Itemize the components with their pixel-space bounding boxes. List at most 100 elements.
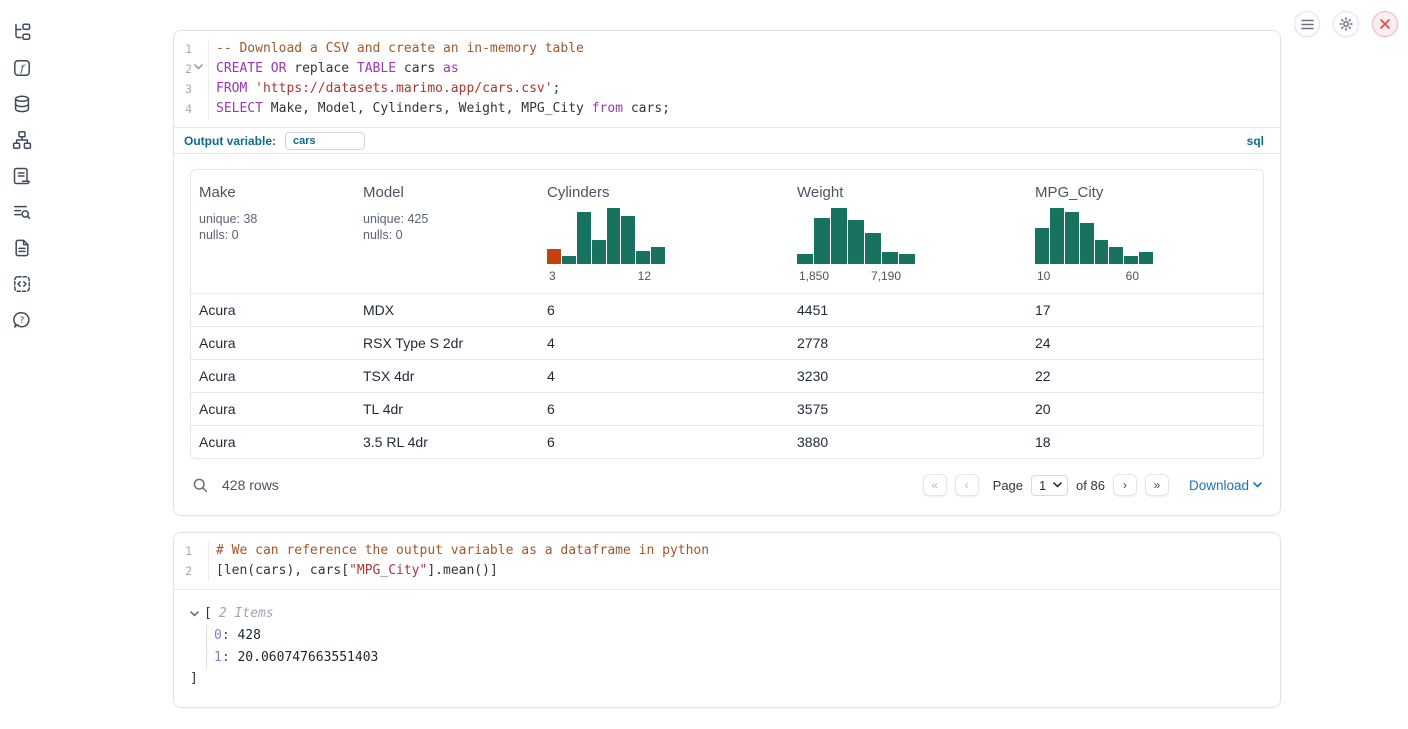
sidebar-item-file-explorer[interactable]	[11, 22, 33, 42]
download-button[interactable]: Download	[1189, 478, 1262, 493]
first-page-button[interactable]: «	[923, 474, 947, 496]
code-line[interactable]: 3FROM 'https://datasets.marimo.app/cars.…	[174, 79, 1280, 99]
sidebar-item-snippets[interactable]	[11, 274, 33, 294]
table-search-button[interactable]	[192, 477, 209, 494]
table-cell: 4	[539, 368, 789, 384]
python-output-tree: [ 2 Items 0: 4281: 20.060747663551403 ]	[174, 590, 1280, 707]
code-line[interactable]: 2[len(cars), cars["MPG_City"].mean()]	[174, 561, 1280, 581]
histogram-bars	[547, 208, 665, 264]
line-number: 4	[174, 99, 208, 119]
code-line[interactable]: 2CREATE OR replace TABLE cars as	[174, 59, 1280, 79]
table-cell: 24	[1027, 335, 1263, 351]
chevron-down-icon	[1053, 482, 1062, 488]
table-cell: RSX Type S 2dr	[355, 335, 539, 351]
sidebar-item-logs[interactable]	[11, 202, 33, 222]
code-token: SELECT	[216, 101, 263, 116]
histogram-bar	[1095, 240, 1109, 264]
histogram-axis-labels: 1060	[1035, 269, 1153, 283]
sidebar-item-documentation[interactable]	[11, 238, 33, 258]
table-cell: Acura	[191, 401, 355, 417]
code-line[interactable]: 4 SELECT Make, Model, Cylinders, Weight, …	[174, 99, 1280, 119]
histogram-bar	[848, 220, 864, 264]
histogram-bar	[1109, 247, 1123, 264]
histogram-bar	[1065, 212, 1079, 264]
menu-button[interactable]	[1294, 11, 1320, 37]
column-histogram: 1,8507,190	[797, 208, 915, 283]
histogram-bars	[1035, 208, 1153, 264]
settings-button[interactable]	[1333, 11, 1359, 37]
database-icon	[12, 94, 32, 114]
page-select[interactable]: 1	[1031, 475, 1068, 496]
code-token: Make, Model, Cylinders, Weight, MPG_City	[263, 101, 592, 116]
table-row[interactable]: Acura3.5 RL 4dr6388018	[191, 425, 1263, 458]
file-text-icon	[12, 238, 32, 258]
table-row[interactable]: AcuraRSX Type S 2dr4277824	[191, 326, 1263, 359]
histogram-bar	[651, 247, 665, 264]
code-token: FROM	[216, 81, 247, 96]
search-icon	[192, 477, 209, 494]
fold-chevron-icon[interactable]	[194, 64, 205, 75]
column-stats: unique: 38nulls: 0	[199, 211, 355, 243]
column-name-button[interactable]: Weight	[797, 184, 843, 201]
histogram-bar	[814, 218, 830, 264]
sidebar-item-datasources[interactable]	[11, 94, 33, 114]
page-select-value: 1	[1039, 478, 1046, 493]
output-variable-input[interactable]	[285, 132, 365, 150]
table-row[interactable]: AcuraTL 4dr6357520	[191, 392, 1263, 425]
sidebar-item-help[interactable]: ?	[11, 310, 33, 330]
histogram-bar	[1035, 228, 1049, 264]
sidebar-item-dependency-graph[interactable]	[11, 130, 33, 150]
table-row[interactable]: AcuraMDX6445117	[191, 293, 1263, 326]
code-token: cars	[396, 61, 443, 76]
code-token: # We can reference the output variable a…	[216, 543, 709, 558]
table-cell: 6	[539, 434, 789, 450]
histogram-bar	[592, 240, 606, 264]
code-token: as	[443, 61, 459, 76]
tree-entry-colon: :	[222, 650, 238, 665]
sidebar-item-scratchpad[interactable]	[11, 166, 33, 186]
prev-page-button[interactable]: ‹	[955, 474, 979, 496]
column-name-button[interactable]: MPG_City	[1035, 184, 1103, 201]
code-token: CREATE OR	[216, 61, 286, 76]
data-table: Makeunique: 38nulls: 0Modelunique: 425nu…	[190, 169, 1264, 459]
histogram-bar	[797, 254, 813, 264]
code-text: FROM 'https://datasets.marimo.app/cars.c…	[208, 79, 560, 99]
code-line[interactable]: 1-- Download a CSV and create an in-memo…	[174, 39, 1280, 59]
tree-entry-key: 0	[214, 628, 222, 643]
sql-cell: 1-- Download a CSV and create an in-memo…	[173, 30, 1281, 516]
column-name-button[interactable]: Cylinders	[547, 184, 610, 201]
last-page-button[interactable]: »	[1145, 474, 1169, 496]
hist-max-label: 12	[638, 269, 651, 283]
shutdown-button[interactable]	[1372, 11, 1398, 37]
tree-collapse-toggle[interactable]	[190, 611, 204, 617]
code-text: # We can reference the output variable a…	[208, 541, 709, 561]
table-cell: TL 4dr	[355, 401, 539, 417]
table-row[interactable]: AcuraTSX 4dr4323022	[191, 359, 1263, 392]
table-cell: 4	[539, 335, 789, 351]
table-cell: 3.5 RL 4dr	[355, 434, 539, 450]
hist-min-label: 3	[549, 269, 556, 283]
hist-max-label: 7,190	[871, 269, 901, 283]
gear-icon	[1339, 17, 1353, 31]
table-cell: 22	[1027, 368, 1263, 384]
code-token: replace	[286, 61, 356, 76]
next-page-button[interactable]: ›	[1113, 474, 1137, 496]
table-cell: 4451	[789, 302, 1027, 318]
histogram-bar	[607, 208, 621, 264]
column-name-button[interactable]: Make	[199, 184, 236, 201]
hist-max-label: 60	[1126, 269, 1139, 283]
histogram-bar	[865, 233, 881, 264]
code-token: 'https://datasets.marimo.app/cars.csv'	[255, 81, 552, 96]
line-number: 1	[174, 541, 208, 561]
python-cell: 1 # We can reference the output variable …	[173, 532, 1281, 708]
table-cell: 20	[1027, 401, 1263, 417]
histogram-bar	[1124, 256, 1138, 264]
column-name-button[interactable]: Model	[363, 184, 404, 201]
output-variable-label: Output variable:	[184, 134, 276, 148]
sql-code-editor[interactable]: 1-- Download a CSV and create an in-memo…	[174, 31, 1280, 127]
language-badge[interactable]: sql	[1241, 133, 1270, 149]
sidebar-item-variables[interactable]: f	[11, 58, 33, 78]
python-code-editor[interactable]: 1 # We can reference the output variable …	[174, 533, 1280, 590]
histogram-bar	[636, 251, 650, 264]
code-line[interactable]: 1 # We can reference the output variable …	[174, 541, 1280, 561]
